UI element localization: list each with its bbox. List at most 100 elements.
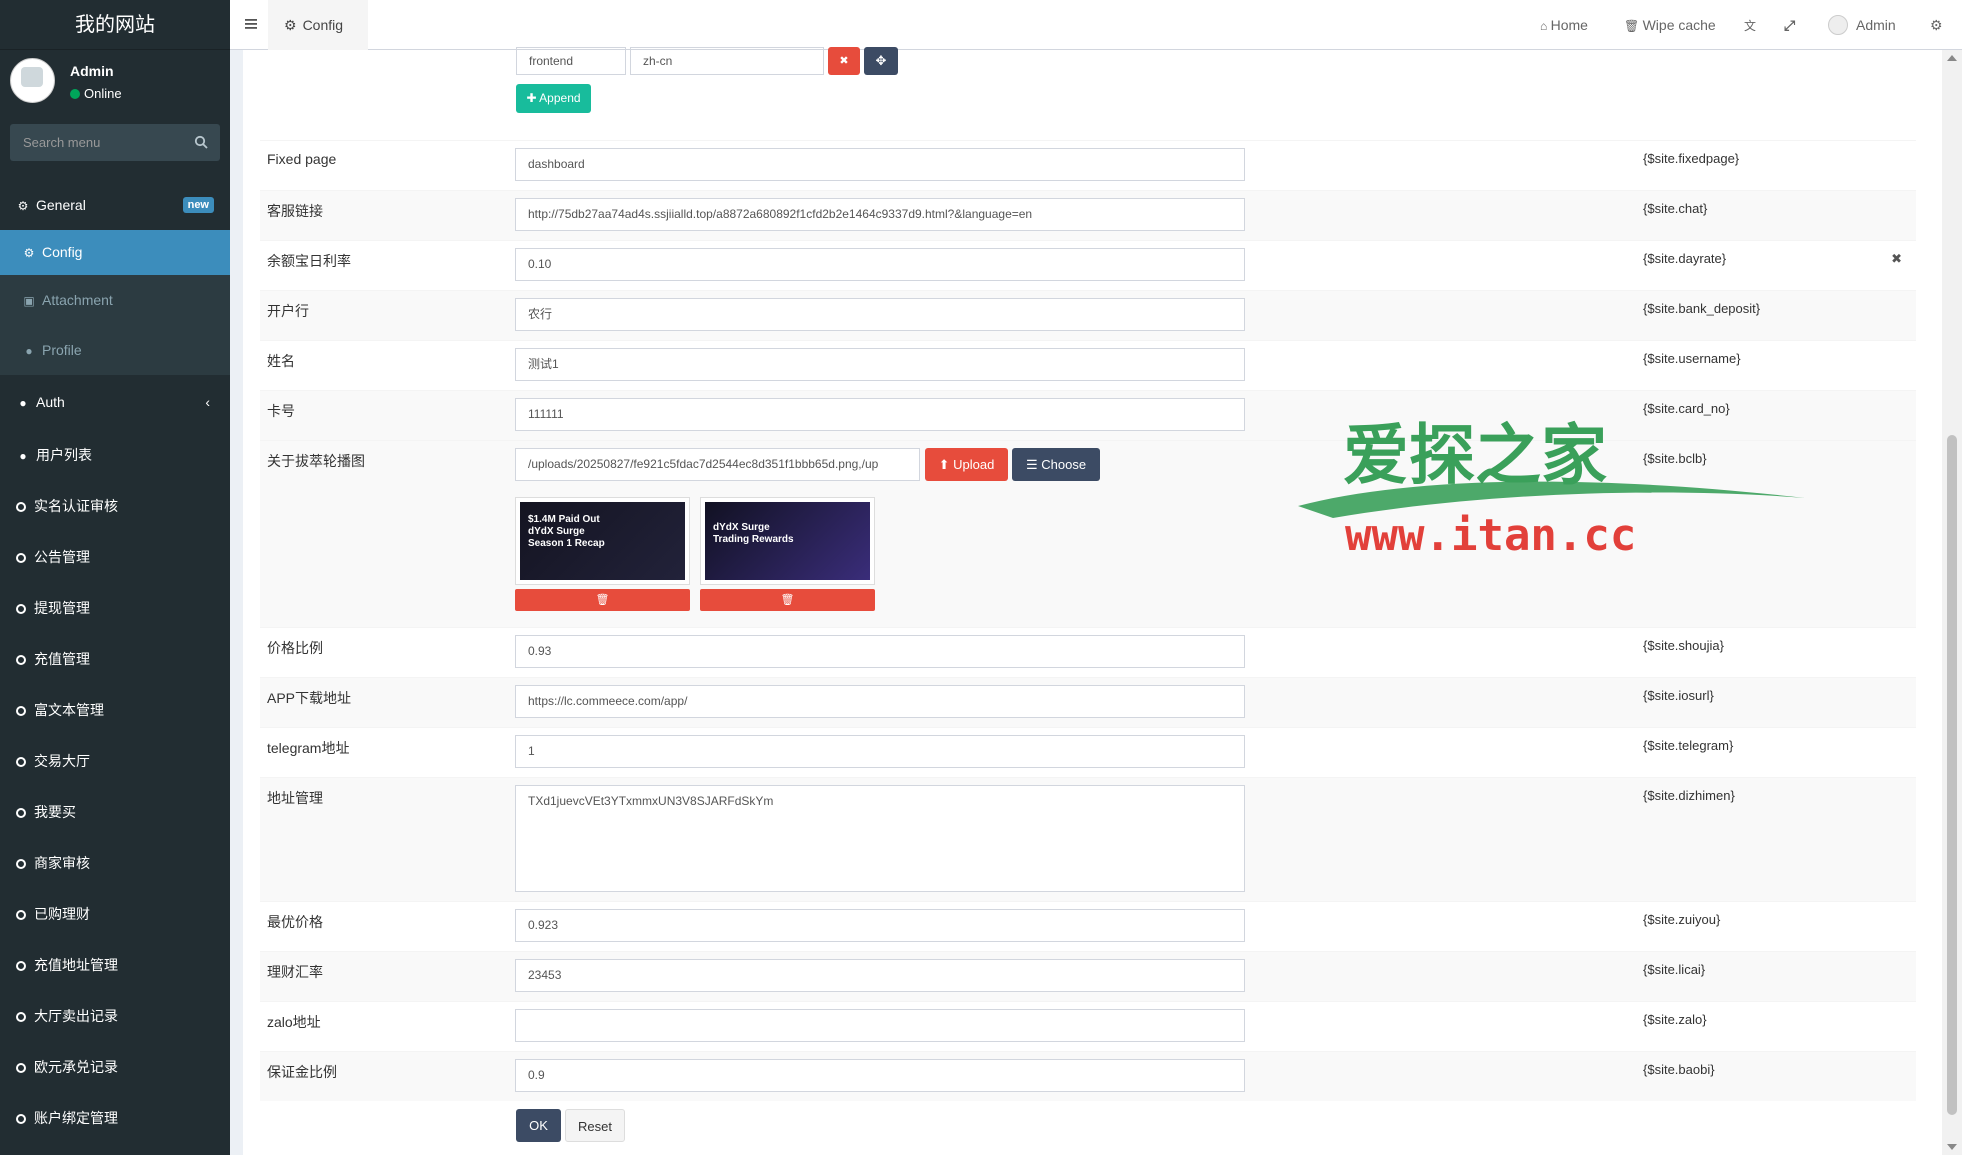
sidebar-item-label: General — [36, 197, 86, 213]
best-price-input[interactable]: 0.923 — [515, 909, 1245, 942]
sidebar-item[interactable]: 实名认证审核 — [0, 481, 230, 532]
config-row-address: 地址管理 TXd1juevcVEt3YTxmmxUN3V8SJARFdSkYm … — [260, 777, 1916, 901]
app-url-input[interactable]: https://lc.commeece.com/app/ — [515, 685, 1245, 718]
username-input[interactable]: 测试1 — [515, 348, 1245, 381]
upload-label: Upload — [953, 457, 995, 472]
address-textarea[interactable]: TXd1juevcVEt3YTxmmxUN3V8SJARFdSkYm — [515, 785, 1245, 892]
sidebar-item[interactable]: 提现管理 — [0, 583, 230, 634]
sidebar-item[interactable]: 我要买 — [0, 787, 230, 838]
sidebar-item-label: 富文本管理 — [34, 702, 104, 718]
sidebar-item[interactable]: 商家审核 — [0, 838, 230, 889]
sidebar-item[interactable]: 公告管理 — [0, 532, 230, 583]
ok-button[interactable]: OK — [516, 1109, 561, 1142]
circle-icon — [16, 961, 26, 971]
field-label: 保证金比例 — [267, 1064, 337, 1080]
sidebar-item[interactable]: 富文本管理 — [0, 685, 230, 736]
config-row-chat: 客服链接 http://75db27aa74ad4s.ssjiialld.top… — [260, 190, 1916, 240]
finance-rate-input[interactable]: 23453 — [515, 959, 1245, 992]
lang-key-input[interactable]: frontend — [516, 47, 626, 75]
sidebar-item-label: 账户绑定管理 — [34, 1110, 118, 1126]
field-variable: {$site.telegram} — [1643, 738, 1734, 753]
deposit-ratio-input[interactable]: 0.9 — [515, 1059, 1245, 1092]
sidebar-item-profile[interactable]: ● Profile — [0, 325, 230, 375]
brand-title[interactable]: 我的网站 — [0, 0, 230, 50]
tab-config[interactable]: ⚙ Config — [268, 0, 368, 50]
drag-row-button[interactable]: ✥ — [864, 47, 898, 75]
banner-image-2[interactable]: dYdX Surge Trading Rewards — [700, 497, 875, 585]
circle-icon — [16, 1114, 26, 1124]
home-label: Home — [1550, 17, 1588, 33]
sidebar-item[interactable]: 交易大厅 — [0, 736, 230, 787]
bank-input[interactable]: 农行 — [515, 298, 1245, 331]
field-label: 卡号 — [267, 403, 295, 419]
append-label: Append — [539, 91, 581, 105]
page-scrollbar[interactable] — [1942, 50, 1962, 1155]
scroll-down-icon[interactable] — [1947, 1144, 1957, 1150]
banner-image-1[interactable]: $1.4M Paid Out dYdX Surge Season 1 Recap — [515, 497, 690, 585]
sidebar-item-attachment[interactable]: ▣ Attachment — [0, 275, 230, 325]
sidebar-item[interactable]: 账户绑定管理 — [0, 1093, 230, 1144]
admin-menu[interactable]: Admin — [1828, 0, 1896, 50]
sidebar-item[interactable]: 充值管理 — [0, 634, 230, 685]
append-button[interactable]: ✚ Append — [516, 84, 591, 113]
language-button[interactable]: 文 — [1744, 0, 1756, 50]
banner-path-input[interactable]: /uploads/20250827/fe921c5fdac7d2544ec8d3… — [515, 448, 920, 481]
field-label: zalo地址 — [267, 1014, 321, 1030]
delete-image-button[interactable]: 🗑 — [515, 589, 690, 611]
sidebar-item[interactable]: 欧元承兑记录 — [0, 1042, 230, 1093]
search-icon[interactable] — [194, 135, 208, 149]
banner-image-content: $1.4M Paid Out dYdX Surge Season 1 Recap — [520, 502, 685, 580]
sidebar-item[interactable]: 大厅卖出记录 — [0, 991, 230, 1042]
choose-button[interactable]: ☰ Choose — [1012, 448, 1100, 481]
wipe-cache-button[interactable]: 🗑 Wipe cache — [1624, 0, 1716, 50]
sidebar-item-config[interactable]: ⚙ Config — [0, 230, 230, 275]
avatar — [1828, 15, 1848, 35]
sidebar-item[interactable]: 充值地址管理 — [0, 940, 230, 991]
avatar — [10, 58, 55, 103]
fullscreen-button[interactable]: ⤢ — [1784, 0, 1795, 50]
zalo-input[interactable] — [515, 1009, 1245, 1042]
sidebar-item-label: Auth — [36, 394, 65, 410]
field-label: 理财汇率 — [267, 964, 323, 980]
cogs-icon: ⚙ — [17, 199, 29, 213]
config-row-cardno: 卡号 111111 {$site.card_no} — [260, 390, 1916, 440]
sidebar-item-users[interactable]: ● 用户列表 — [0, 430, 230, 481]
circle-icon — [16, 1063, 26, 1073]
dayrate-input[interactable]: 0.10 — [515, 248, 1245, 281]
tab-label: Config — [302, 17, 344, 33]
upload-button[interactable]: ⬆ Upload — [925, 448, 1008, 481]
user-panel: Admin Online — [10, 58, 220, 108]
home-link[interactable]: ⌂ Home — [1540, 0, 1588, 50]
search-input[interactable] — [10, 124, 180, 161]
cardno-input[interactable]: 111111 — [515, 398, 1245, 431]
config-row-baobi: 保证金比例 0.9 {$site.baobi} — [260, 1051, 1916, 1101]
sidebar-item-label: 充值管理 — [34, 651, 90, 667]
hamburger-icon[interactable] — [244, 16, 260, 32]
delete-image-button[interactable]: 🗑 — [700, 589, 875, 611]
config-row-zuiyou: 最优价格 0.923 {$site.zuiyou} — [260, 901, 1916, 951]
telegram-input[interactable]: 1 — [515, 735, 1245, 768]
user-name: Admin — [70, 63, 114, 79]
field-label: 价格比例 — [267, 640, 323, 656]
choose-label: Choose — [1041, 457, 1087, 472]
field-label: 地址管理 — [267, 790, 323, 806]
scrollbar-thumb[interactable] — [1947, 435, 1957, 1115]
fixedpage-input[interactable]: dashboard — [515, 148, 1245, 181]
field-variable: {$site.zalo} — [1643, 1012, 1707, 1027]
sidebar-item-label: 欧元承兑记录 — [34, 1059, 118, 1075]
delete-field-icon[interactable]: ✖ — [1891, 251, 1902, 267]
sidebar-item[interactable]: 已购理财 — [0, 889, 230, 940]
banner-text: dYdX Surge — [528, 526, 585, 537]
sidebar-item-general[interactable]: ⚙ General new — [0, 180, 230, 230]
lang-value-input[interactable]: zh-cn — [630, 47, 824, 75]
remove-row-button[interactable]: ✖ — [828, 47, 860, 75]
reset-button[interactable]: Reset — [565, 1109, 625, 1142]
chevron-left-icon: ‹ — [205, 394, 210, 410]
scroll-up-icon[interactable] — [1947, 55, 1957, 61]
field-variable: {$site.zuiyou} — [1643, 912, 1721, 927]
circle-icon — [16, 910, 26, 920]
settings-button[interactable]: ⚙ — [1930, 0, 1943, 50]
sidebar-item-auth[interactable]: ● Auth ‹ — [0, 375, 230, 430]
chat-url-input[interactable]: http://75db27aa74ad4s.ssjiialld.top/a887… — [515, 198, 1245, 231]
price-ratio-input[interactable]: 0.93 — [515, 635, 1245, 668]
